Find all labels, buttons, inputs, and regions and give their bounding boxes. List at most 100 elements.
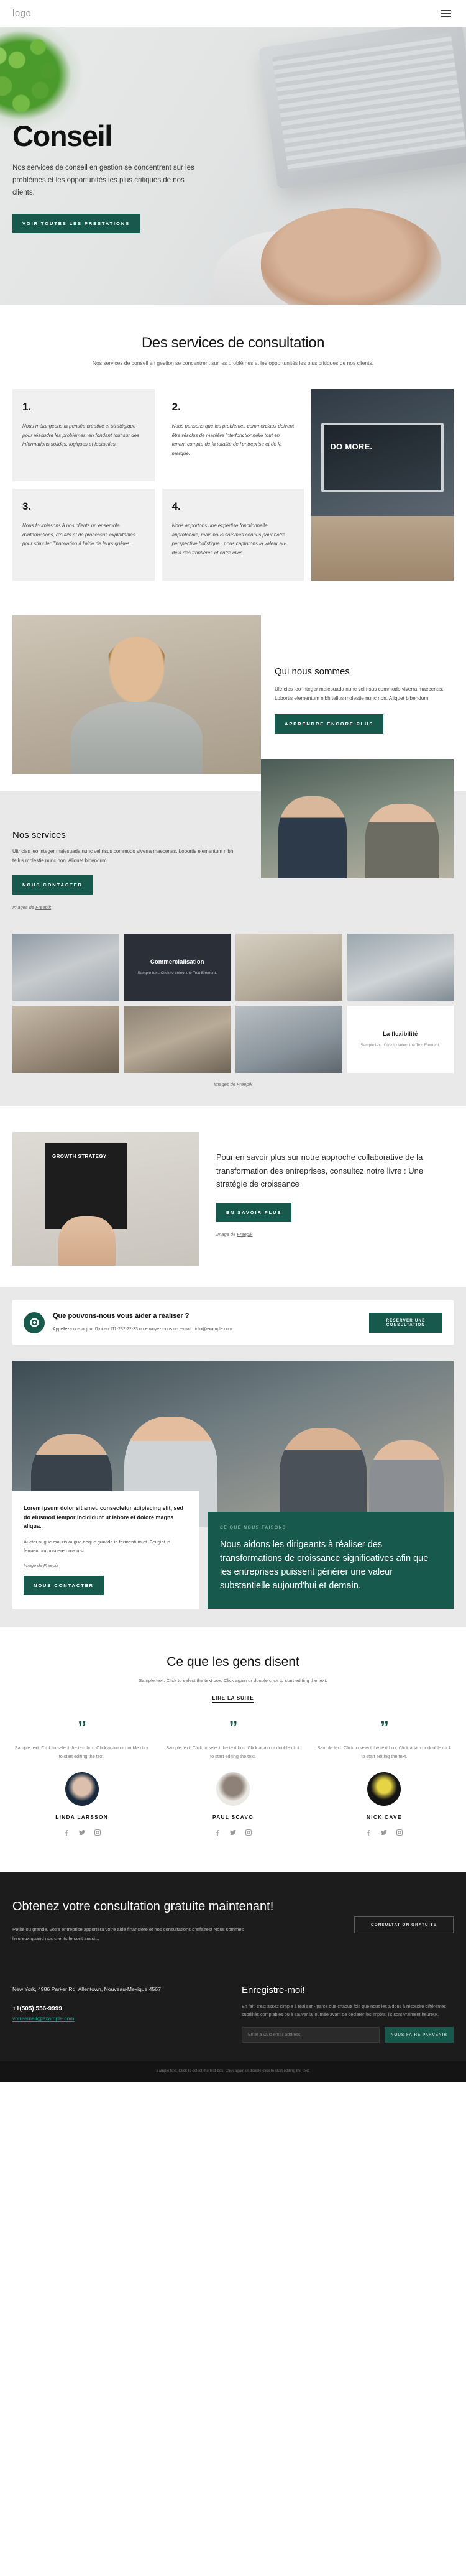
read-more-link[interactable]: LIRE LA SUITE	[212, 1695, 254, 1703]
mission-green-panel: CE QUE NOUS FAISONS Nous aidons les diri…	[208, 1512, 454, 1609]
twitter-icon[interactable]	[229, 1828, 237, 1839]
service-text: Nous pensons que les problèmes commercia…	[171, 423, 295, 457]
service-number: 3.	[22, 500, 32, 512]
instagram-icon[interactable]	[396, 1828, 403, 1839]
portfolio-photo[interactable]	[12, 1006, 119, 1074]
service-card[interactable]: 2. Nous pensons que les problèmes commer…	[162, 389, 304, 481]
credit-prefix: Images de	[12, 904, 36, 911]
contact-us-button[interactable]: NOUS CONTACTER	[12, 875, 93, 895]
testimonial-item: ” Sample text. Click to select the text …	[163, 1718, 302, 1839]
services-subtitle: Nos services de conseil en gestion se co…	[92, 360, 374, 366]
services-header: Des services de consultation Nos service…	[12, 334, 454, 368]
cta-content: Obtenez votre consultation gratuite main…	[12, 1899, 342, 1943]
credit-link[interactable]: Freepik	[237, 1231, 252, 1237]
quote-icon: ”	[229, 1718, 237, 1737]
credit-prefix: Images de	[213, 1082, 237, 1088]
signup-title: Enregistre-moi!	[242, 1984, 305, 1995]
image-credit: Images de Freepik	[12, 904, 246, 910]
tile-text: Sample text. Click to select the Text El…	[360, 1042, 441, 1047]
facebook-icon[interactable]	[365, 1828, 372, 1839]
services-grid: 1. Nous mélangeons la pensée créative et…	[12, 389, 454, 581]
about-portrait-image	[12, 615, 261, 774]
footer-email[interactable]: votreemail@example.com	[12, 2015, 74, 2022]
signup-form: NOUS FAIRE PARVENIR	[242, 2027, 454, 2043]
about-body: Ultricies leo integer malesuada nunc vel…	[275, 686, 444, 702]
credit-link[interactable]: Freepik	[43, 1563, 58, 1568]
do-more-caption: DO MORE.	[330, 441, 373, 451]
lifebuoy-icon	[24, 1312, 45, 1333]
laptop-image	[258, 27, 466, 190]
contact-us-button[interactable]: NOUS CONTACTER	[24, 1576, 104, 1596]
top-bar: logo	[0, 0, 466, 27]
desk-image	[311, 515, 454, 581]
about-content: Qui nous sommes Ultricies leo integer ma…	[275, 615, 454, 734]
twitter-icon[interactable]	[380, 1828, 388, 1839]
services-section: Des services de consultation Nos service…	[0, 305, 466, 609]
instagram-icon[interactable]	[245, 1828, 252, 1839]
service-card[interactable]: 4. Nous apportons une expertise fonction…	[162, 488, 304, 581]
footer: New York, 4986 Parker Rd. Allentown, Nou…	[0, 1968, 466, 2062]
credit-prefix: Image de	[24, 1563, 43, 1569]
testimonial-name: PAUL SCAVO	[212, 1814, 254, 1821]
portfolio-photo[interactable]	[124, 1006, 231, 1074]
testimonials-subtitle: Sample text. Click to select the text bo…	[139, 1678, 327, 1684]
help-subtitle: Appellez-nous aujourd'hui au 111-232-22-…	[53, 1327, 232, 1332]
our-services-title: Nos services	[12, 829, 66, 840]
help-text: Que pouvons-nous vous aider à réaliser ?…	[53, 1312, 361, 1333]
service-text: Nous mélangeons la pensée créative et st…	[22, 423, 140, 448]
panel-text: Nous aidons les dirigeants à réaliser de…	[220, 1540, 429, 1591]
hero-subtitle: Nos services de conseil en gestion se co…	[12, 163, 194, 197]
portfolio-tile[interactable]: Commercialisation Sample text. Click to …	[124, 934, 231, 1001]
book-consultation-button[interactable]: RÉSERVER UNE CONSULTATION	[369, 1312, 442, 1333]
facebook-icon[interactable]	[63, 1828, 70, 1839]
social-links	[163, 1828, 302, 1839]
portfolio-photo[interactable]	[12, 934, 119, 1001]
email-input[interactable]	[242, 2027, 380, 2043]
testimonials-title: Ce que les gens disent	[167, 1655, 299, 1670]
services-column-1: 1. Nous mélangeons la pensée créative et…	[12, 389, 155, 581]
about-title: Qui nous sommes	[275, 666, 350, 677]
testimonials-section: Ce que les gens disent Sample text. Clic…	[0, 1627, 466, 1872]
portfolio-photo[interactable]	[347, 934, 454, 1001]
footer-phone[interactable]: +1(505) 556-9999	[12, 2005, 224, 2012]
social-links	[315, 1828, 454, 1839]
hamburger-menu-icon[interactable]	[438, 7, 454, 19]
person-image	[365, 803, 439, 878]
learn-more-button[interactable]: APPRENDRE ENCORE PLUS	[275, 714, 384, 734]
book-content: Pour en savoir plus sur notre approche c…	[216, 1132, 454, 1237]
signup-note: En fait, c'est assez simple à réaliser -…	[242, 2003, 446, 2017]
footer-contact: New York, 4986 Parker Rd. Allentown, Nou…	[12, 1985, 224, 2043]
book-lead-text: Pour en savoir plus sur notre approche c…	[216, 1152, 424, 1189]
tile-title: Commercialisation	[150, 958, 204, 965]
hero-content: Conseil Nos services de conseil en gesti…	[0, 27, 211, 234]
quote-icon: ”	[380, 1718, 389, 1737]
portfolio-tile[interactable]: La flexibilité Sample text. Click to sel…	[347, 1006, 454, 1074]
instagram-icon[interactable]	[94, 1828, 101, 1839]
portrait-head	[104, 636, 169, 710]
mission-body: Auctor augue mauris augue neque gravida …	[24, 1539, 170, 1554]
portfolio-section: Commercialisation Sample text. Click to …	[0, 931, 466, 1106]
view-all-services-button[interactable]: VOIR TOUTES LES PRESTATIONS	[12, 214, 140, 234]
twitter-icon[interactable]	[78, 1828, 86, 1839]
tile-text: Sample text. Click to select the Text El…	[137, 970, 217, 975]
testimonial-name: NICK CAVE	[366, 1814, 402, 1821]
read-more-button[interactable]: EN SAVOIR PLUS	[216, 1202, 292, 1222]
service-card[interactable]: 3. Nous fournissons à nos clients un ens…	[12, 488, 155, 581]
facebook-icon[interactable]	[214, 1828, 221, 1839]
credit-link[interactable]: Freepik	[35, 904, 51, 910]
cta-section: Obtenez votre consultation gratuite main…	[0, 1872, 466, 1969]
service-card[interactable]: 1. Nous mélangeons la pensée créative et…	[12, 389, 155, 481]
help-section: Que pouvons-nous vous aider à réaliser ?…	[0, 1287, 466, 1361]
free-consultation-button[interactable]: CONSULTATION GRATUITE	[354, 1916, 454, 1934]
portfolio-grid: Commercialisation Sample text. Click to …	[12, 934, 454, 1074]
portfolio-photo[interactable]	[235, 1006, 342, 1074]
credit-link[interactable]: Freepik	[237, 1082, 252, 1087]
footer-signup: Enregistre-moi! En fait, c'est assez sim…	[242, 1985, 454, 2043]
testimonial-item: ” Sample text. Click to select the text …	[12, 1719, 151, 1839]
book-section: GROWTH STRATEGY Pour en savoir plus sur …	[0, 1106, 466, 1287]
landing-page: logo Conseil Nos services de conseil en …	[0, 0, 466, 2082]
credit-prefix: Image de	[216, 1231, 237, 1237]
signup-submit-button[interactable]: NOUS FAIRE PARVENIR	[384, 2027, 454, 2043]
site-logo[interactable]: logo	[12, 8, 31, 19]
portfolio-photo[interactable]	[235, 934, 342, 1001]
